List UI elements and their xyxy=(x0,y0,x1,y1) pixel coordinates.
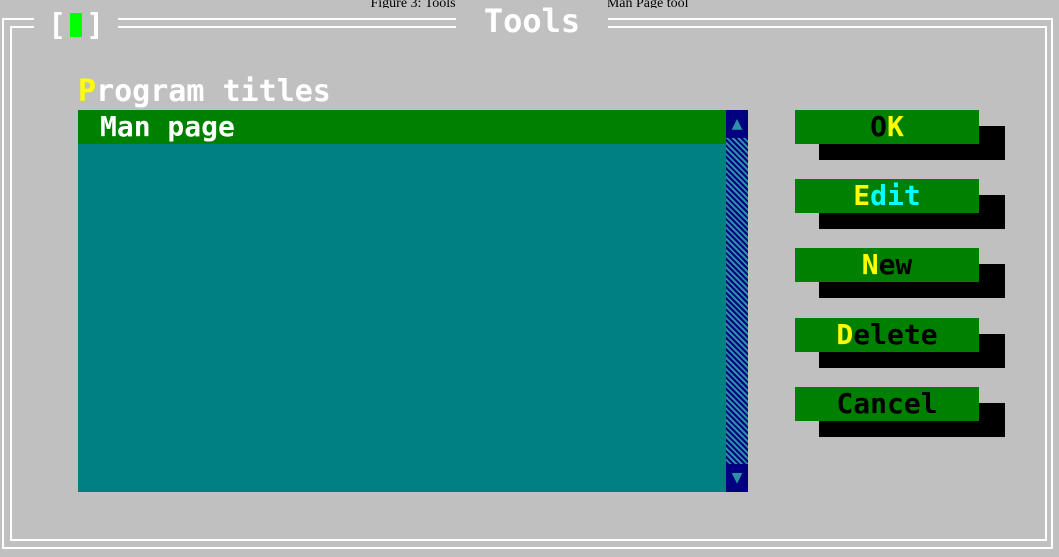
scroll-down-icon[interactable]: ▼ xyxy=(726,464,748,492)
list-item-selected[interactable]: Man page xyxy=(78,110,726,144)
new-button-wrap: New xyxy=(795,248,1005,298)
close-bracket-left: [ xyxy=(48,7,67,43)
edit-button-wrap: Edit xyxy=(795,179,1005,229)
cancel-pre: Cancel xyxy=(836,387,938,420)
delete-button[interactable]: Delete xyxy=(795,318,979,352)
ok-button-wrap: OK xyxy=(795,110,1005,160)
close-icon xyxy=(70,13,83,37)
new-button[interactable]: New xyxy=(795,248,979,282)
new-post: ew xyxy=(878,248,913,281)
program-titles-label: Program titles xyxy=(78,76,331,108)
cancel-button-wrap: Cancel xyxy=(795,387,1005,437)
delete-post: elete xyxy=(853,318,938,351)
edit-hotkey: E xyxy=(853,179,871,212)
label-text: rogram titles xyxy=(96,74,331,109)
program-titles-list[interactable]: Man page xyxy=(78,110,726,492)
title-bar-left: [ ] xyxy=(34,7,119,43)
close-button[interactable]: [ ] xyxy=(44,7,109,43)
delete-button-wrap: Delete xyxy=(795,318,1005,368)
delete-hotkey: D xyxy=(836,318,854,351)
ok-hotkey: K xyxy=(887,110,904,143)
label-hotkey: P xyxy=(78,74,97,109)
scroll-up-icon[interactable]: ▲ xyxy=(726,110,748,138)
close-bracket-right: ] xyxy=(86,7,105,43)
ok-pre: O xyxy=(870,110,887,143)
edit-button[interactable]: Edit xyxy=(795,179,979,213)
list-scrollbar[interactable]: ▲ ▼ xyxy=(726,110,748,492)
new-hotkey: N xyxy=(861,248,879,281)
ok-button[interactable]: OK xyxy=(795,110,979,144)
window-title: Tools xyxy=(456,0,608,44)
edit-post: dit xyxy=(870,179,921,212)
cancel-button[interactable]: Cancel xyxy=(795,387,979,421)
